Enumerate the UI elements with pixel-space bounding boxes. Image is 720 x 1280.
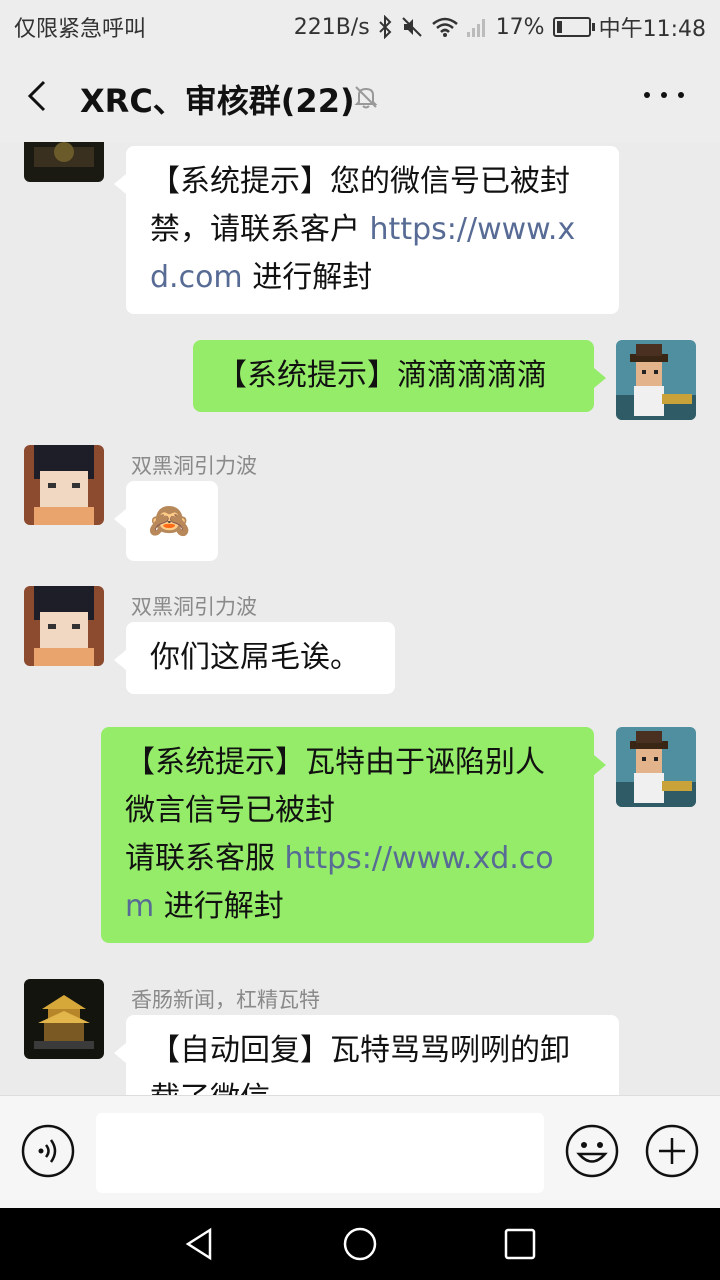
smiley-icon [565,1124,619,1178]
nav-recents-button[interactable] [502,1226,538,1262]
avatar-pavilion[interactable] [24,142,104,182]
message-bubble[interactable]: 【系统提示】滴滴滴滴滴 [193,340,606,412]
sender-name: 香肠新闻，杠精瓦特 [131,988,320,1012]
message-text-suffix: 进行解封 [154,889,284,924]
square-recents-icon [504,1228,536,1260]
emoji-button[interactable] [564,1123,620,1179]
message-text: 你们这屌毛诶。 [150,640,360,675]
more-button[interactable] [644,80,684,110]
battery-fill [556,21,562,33]
battery-icon [552,17,595,37]
message-line: 微言信号已被封 [125,793,335,828]
message-line: 【系统提示】瓦特由于诬陷别人 [125,745,545,780]
avatar-anime[interactable] [24,586,104,666]
system-nav-bar [0,1208,720,1280]
message-list[interactable]: 【系统提示】您的微信号已被封禁，请联系客户 https://www.xd.com… [0,142,720,1095]
nav-home-button[interactable] [342,1226,378,1262]
status-icons: 221B/s 17% 中午11:48 [294,11,706,43]
see-no-evil-monkey-emoji: 🙈 [148,501,191,541]
chat-title: XRC、审核群(22) [80,82,355,120]
message-bubble[interactable]: 你们这屌毛诶。 [114,622,395,694]
message-line: 请联系客服 [125,841,285,876]
avatar-self[interactable] [616,727,696,807]
wifi-icon [431,16,458,38]
bell-off-icon [352,83,380,111]
chevron-left-icon [27,80,46,112]
mute-icon [400,15,424,39]
voice-icon [21,1124,75,1178]
message-bubble[interactable]: 【自动回复】瓦特骂骂咧咧的卸载了微信 [114,1015,619,1095]
battery-percent: 17% [495,14,545,40]
sender-name: 双黑洞引力波 [131,454,257,478]
avatar-self[interactable] [616,340,696,420]
back-button[interactable] [20,76,60,116]
message-input[interactable] [96,1113,544,1193]
message-bubble[interactable]: 【系统提示】您的微信号已被封禁，请联系客户 https://www.xd.com… [114,146,619,314]
carrier-text: 仅限紧急呼叫 [14,17,147,42]
message-text-suffix: 进行解封 [242,260,373,295]
plus-icon [645,1124,699,1178]
circle-home-icon [343,1227,377,1261]
nav-back-button[interactable] [182,1226,218,1262]
message-text: 【自动回复】瓦特骂骂咧咧的卸载了微信 [150,1033,570,1095]
bluetooth-icon [378,15,392,39]
clock: 中午11:48 [598,17,706,42]
more-functions-button[interactable] [644,1123,700,1179]
avatar-pavilion[interactable] [24,979,104,1059]
signal-icon [466,16,488,38]
triangle-back-icon [185,1227,212,1261]
net-speed: 221B/s [293,14,370,40]
message-bubble[interactable]: 【系统提示】瓦特由于诬陷别人 微言信号已被封 请联系客服 https://www… [101,727,606,943]
input-bar [0,1095,720,1208]
avatar-anime[interactable] [24,445,104,525]
more-icon [644,92,650,98]
sender-name: 双黑洞引力波 [131,595,257,619]
message-text: 【系统提示】滴滴滴滴滴 [217,358,547,393]
chat-header: XRC、审核群(22) [0,50,720,142]
voice-button[interactable] [20,1123,76,1179]
status-bar: 仅限紧急呼叫 221B/s 17% 中午11:48 [0,0,720,50]
message-bubble[interactable]: 🙈 [114,481,218,561]
